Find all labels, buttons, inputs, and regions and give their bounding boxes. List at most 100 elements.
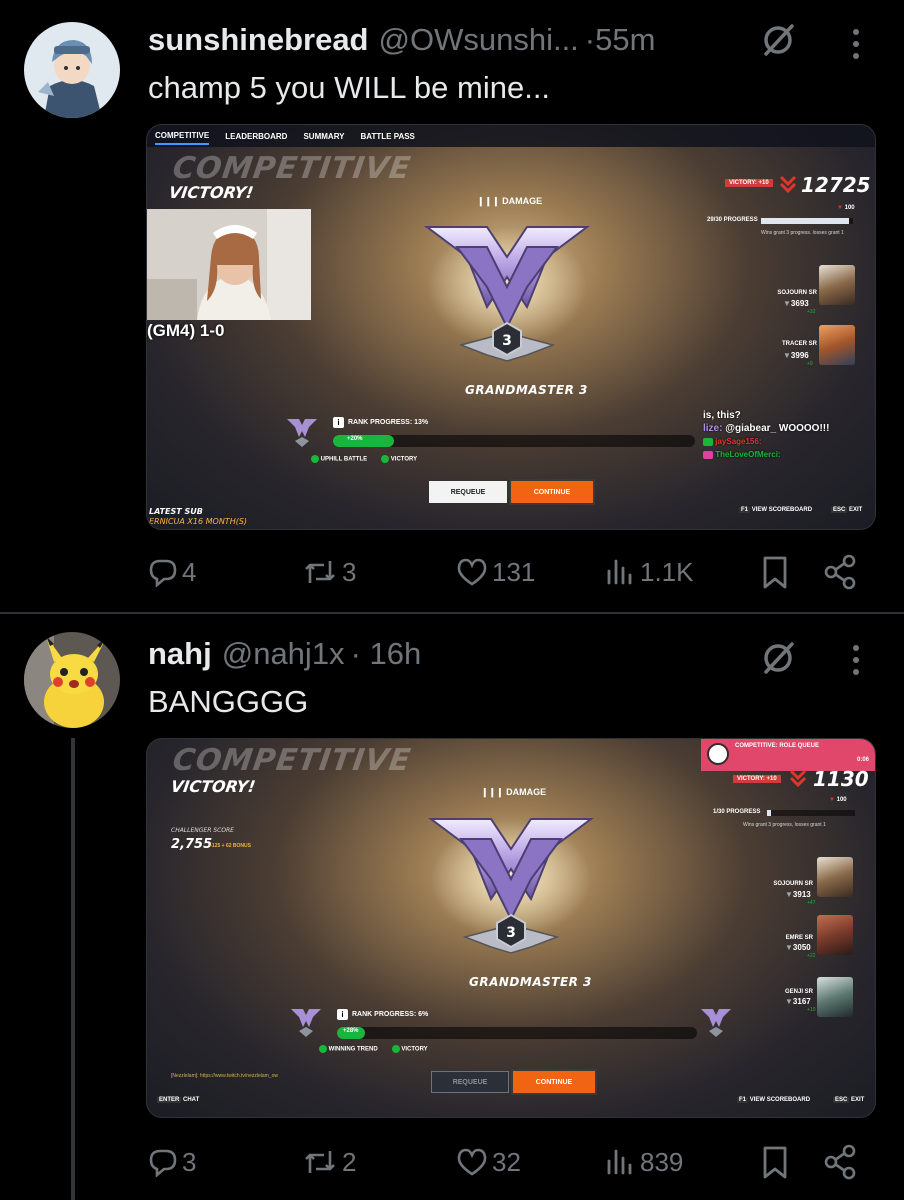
sr-value: 12725 [801, 173, 871, 197]
division-number: 3 [506, 925, 516, 941]
display-name[interactable]: nahj [148, 636, 212, 672]
tweet-media-image[interactable]: COMPETITIVE VICTORY! CHALLENGER SCORE 2,… [146, 738, 876, 1118]
grandmaster-rank-emblem: 3 [428, 818, 594, 954]
chat-line: lize: @giabear_ WOOOO!!! [703, 423, 830, 434]
tweet[interactable]: sunshinebread @OWsunshi... ·55m champ 5 … [0, 0, 904, 612]
reply-button[interactable]: 4 [148, 552, 196, 592]
hero-sr-value: ▼3996 [783, 351, 809, 360]
views-count: 1.1K [640, 556, 694, 587]
season-progress-bar [767, 810, 855, 816]
hero-portrait-sojourn [819, 265, 855, 305]
heart-icon [457, 558, 487, 586]
season-progress-note: Wins grant 3 progress. losses grant 1 [761, 230, 844, 236]
stream-chat-link: [Nezzlelam]: https://www.twitch.tv/nezzl… [171, 1073, 278, 1079]
views-button[interactable]: 839 [604, 1142, 683, 1182]
reply-count: 4 [182, 556, 197, 587]
game-tab: SUMMARY [303, 131, 345, 141]
like-button[interactable]: 32 [456, 1142, 521, 1182]
like-count: 32 [492, 1146, 521, 1177]
latest-sub-label: LATEST SUB [149, 507, 203, 516]
timestamp[interactable]: ·55m [585, 22, 656, 58]
hero-sr-value: ▼3167 [785, 997, 811, 1006]
sr-down-arrow-icon [779, 175, 797, 194]
grandmaster-rank-emblem: 3 [424, 226, 590, 362]
challenger-score-value: 2,755 [171, 837, 213, 852]
role-label: ❙❙❙ DAMAGE [477, 196, 543, 206]
more-options-icon[interactable] [850, 642, 862, 678]
sr-value: 1130 [813, 767, 869, 791]
queue-banner-label: COMPETITIVE: ROLE QUEUE [735, 743, 820, 749]
views-count: 839 [640, 1146, 684, 1177]
sr-victory-tag: VICTORY: +10 [725, 179, 773, 187]
requeue-button: REQUEUE [431, 1071, 509, 1093]
hero-sr-label: EMRE SR [785, 935, 813, 941]
sr-down-arrow-icon [789, 769, 807, 788]
hero-sr-label: GENJI SR [784, 989, 813, 995]
rank-progress-fill [333, 435, 394, 447]
rank-progress-bar [337, 1027, 697, 1039]
challenger-score-label: CHALLENGER SCORE [171, 827, 234, 834]
hero-sr-label: SOJOURN SR [773, 881, 813, 887]
stream-chat-overlay: is, this? lize: @giabear_ WOOOO!!! jaySa… [703, 409, 829, 461]
user-handle[interactable]: @nahj1x [222, 636, 345, 672]
modifier-list: WINNING TREND VICTORY [319, 1045, 428, 1053]
season-progress-fill [761, 218, 849, 224]
views-button[interactable]: 1.1K [604, 552, 694, 592]
bookmark-icon[interactable] [760, 552, 790, 592]
avatar[interactable] [24, 22, 120, 118]
division-number: 3 [502, 333, 512, 349]
share-icon[interactable] [822, 552, 858, 592]
rank-name: GRANDMASTER 3 [465, 383, 588, 397]
hero-sr-value: ▼3913 [785, 890, 811, 899]
avatar[interactable] [24, 632, 120, 728]
chat-hint: ENTER CHAT [157, 1097, 200, 1103]
competitive-title: COMPETITIVE [170, 151, 414, 186]
hero-portrait-sojourn [817, 857, 853, 897]
user-handle[interactable]: @OWsunshi... [379, 22, 579, 58]
reply-button[interactable]: 3 [148, 1142, 196, 1182]
tweet-actions: 3 2 32 839 [0, 1142, 904, 1182]
grok-icon[interactable] [758, 20, 798, 60]
grok-icon[interactable] [758, 638, 798, 678]
modifier-victory: VICTORY [391, 1045, 428, 1053]
modifier-victory: VICTORY [381, 455, 417, 463]
repost-button[interactable]: 3 [302, 552, 356, 592]
tweet-media-image[interactable]: COMPETITIVE LEADERBOARD SUMMARY BATTLE P… [146, 124, 876, 530]
hero-portrait-tracer [819, 325, 855, 365]
tweet-actions: 4 3 131 1.1K [0, 552, 904, 592]
hero-sr-delta: +9 [807, 361, 813, 367]
modifier-list: UPHILL BATTLE VICTORY [311, 455, 417, 463]
game-tab: BATTLE PASS [360, 131, 415, 141]
like-count: 131 [492, 556, 536, 587]
tweet-text: BANGGGG [148, 684, 309, 719]
tweet[interactable]: nahj @nahj1x · 16h BANGGGG COMPETITIVE V… [0, 614, 904, 1200]
continue-button: CONTINUE [509, 479, 595, 505]
reply-icon [149, 1149, 177, 1177]
queue-icon [707, 743, 729, 765]
rank-name: GRANDMASTER 3 [469, 975, 592, 989]
chat-line: is, this? [703, 410, 741, 421]
repost-icon [305, 561, 335, 583]
hero-sr-delta: +10 [807, 1007, 816, 1013]
bookmark-icon[interactable] [760, 1142, 790, 1182]
streamer-webcam [147, 209, 311, 320]
tweet-header: nahj @nahj1x · 16h [148, 634, 421, 674]
more-options-icon[interactable] [850, 26, 862, 62]
hero-portrait-emre [817, 915, 853, 955]
season-progress-note: Wins grant 3 progress, losses grant 1 [743, 822, 826, 828]
like-button[interactable]: 131 [456, 552, 535, 592]
timestamp[interactable]: · 16h [351, 636, 422, 672]
continue-button: CONTINUE [511, 1069, 597, 1095]
small-rank-icon [287, 419, 317, 447]
rank-gain: +28% [343, 1028, 359, 1034]
rank-progress-bar [333, 435, 695, 447]
repost-button[interactable]: 2 [302, 1142, 356, 1182]
hero-portrait-genji [817, 977, 853, 1017]
hero-sr-label: SOJOURN SR [777, 290, 817, 296]
reply-count: 3 [182, 1146, 197, 1177]
sr-delta: ▼ 100 [829, 797, 847, 803]
display-name[interactable]: sunshinebread [148, 22, 369, 58]
share-icon[interactable] [822, 1142, 858, 1182]
hero-sr-delta: +32 [807, 309, 816, 315]
game-tab: LEADERBOARD [225, 131, 288, 141]
